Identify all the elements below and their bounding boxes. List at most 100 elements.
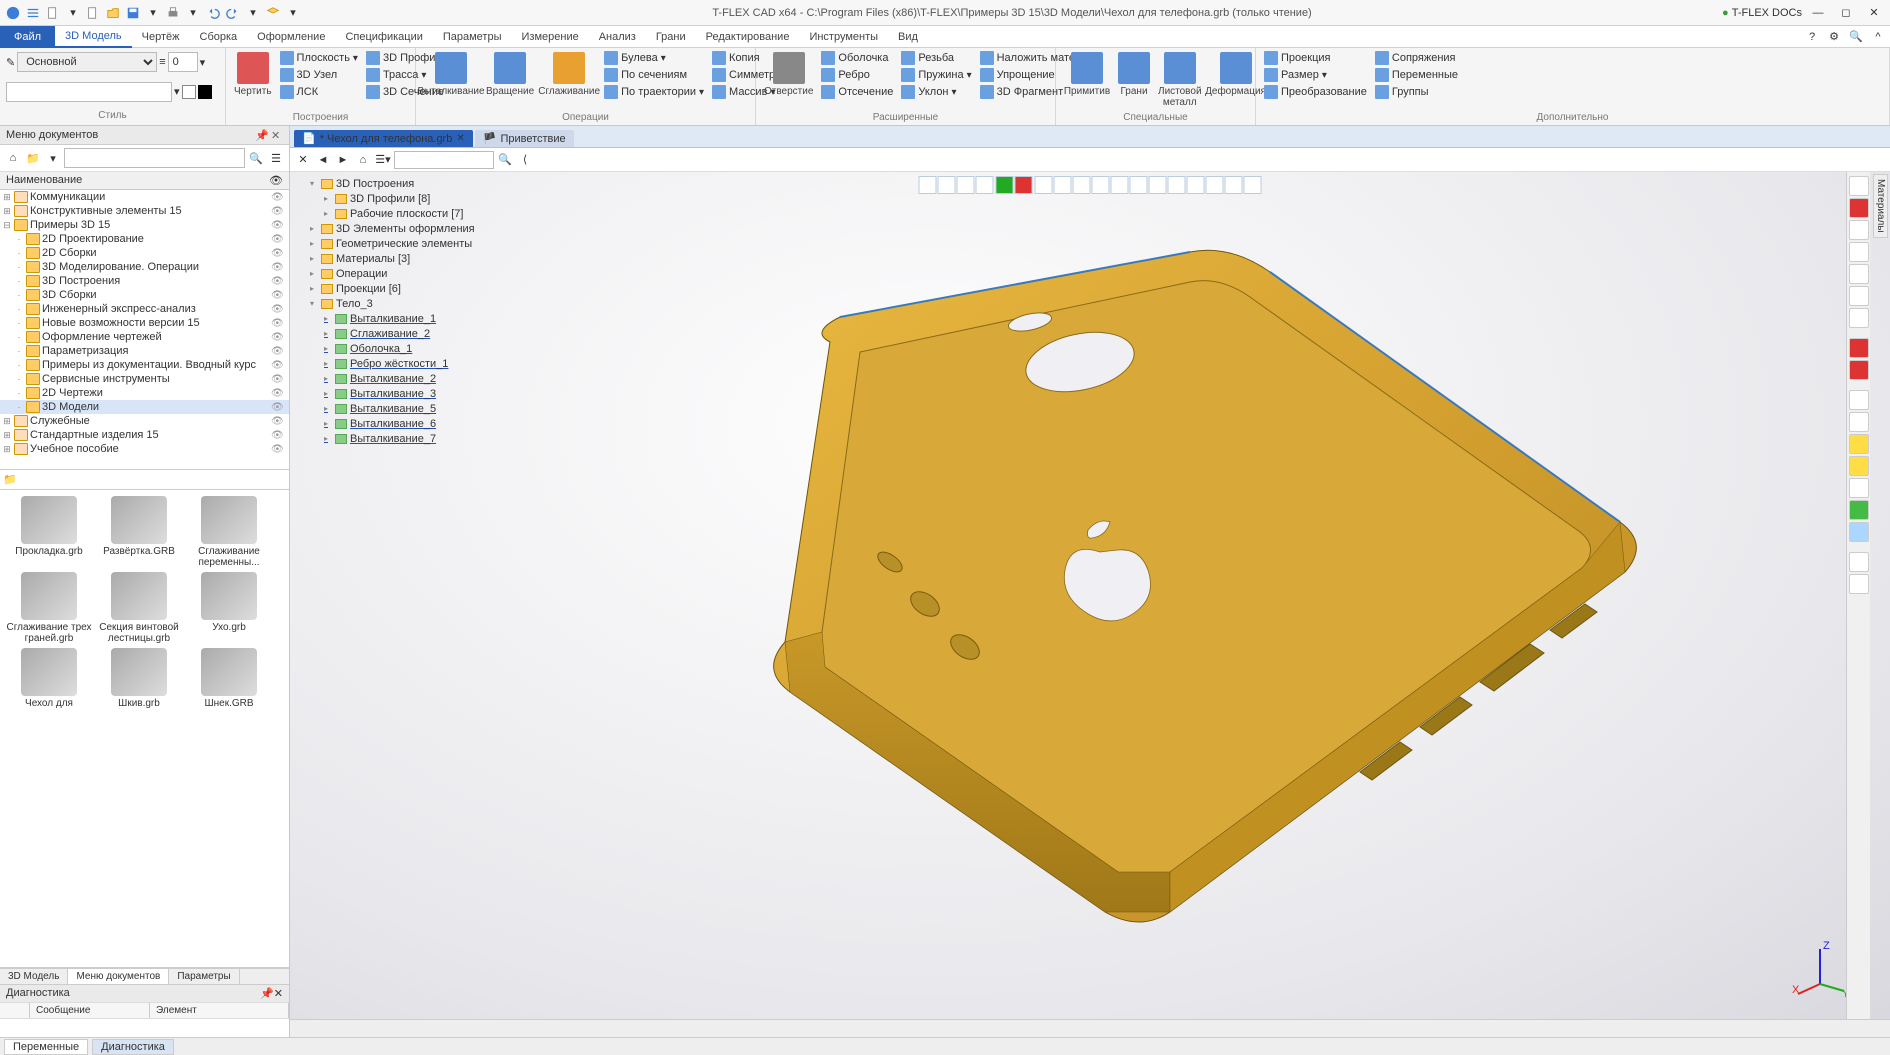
tab-3d-model[interactable]: 3D Модель	[55, 26, 132, 48]
plane-button[interactable]: Плоскость ▾	[278, 50, 360, 66]
model-tree-node[interactable]: ▸Операции	[296, 266, 477, 281]
save-icon[interactable]	[124, 4, 142, 22]
thumbnail[interactable]: Чехол для	[6, 648, 92, 709]
search-icon[interactable]: 🔍	[496, 151, 514, 169]
btab-variables[interactable]: Переменные	[4, 1039, 88, 1055]
lcs-button[interactable]: ЛСК	[278, 84, 360, 100]
vp-btn[interactable]	[1187, 176, 1205, 194]
model-tree-node[interactable]: ▸Геометрические элементы	[296, 236, 477, 251]
tree-node[interactable]: ·3D Построения👁	[0, 274, 289, 288]
model-tree-node[interactable]: ▾Тело_3	[296, 296, 477, 311]
vp-btn[interactable]	[957, 176, 975, 194]
vp-btn[interactable]	[1225, 176, 1243, 194]
close-icon[interactable]: ✕	[294, 151, 312, 169]
vtool-icon[interactable]	[1849, 552, 1869, 572]
redo-icon[interactable]	[224, 4, 242, 22]
zoom-fit-icon[interactable]	[1849, 242, 1869, 262]
vp-btn[interactable]	[976, 176, 994, 194]
model-tree-node[interactable]: ▸Материалы [3]	[296, 251, 477, 266]
draw-button[interactable]: Чертить	[232, 50, 274, 99]
tree-node[interactable]: ⊞Стандартные изделия 15👁	[0, 428, 289, 442]
zoom-out-icon[interactable]	[1849, 264, 1869, 284]
vtool-icon[interactable]	[1849, 456, 1869, 476]
style-input2[interactable]	[6, 82, 172, 102]
dropdown-icon[interactable]: ▾	[244, 4, 262, 22]
zoom-in-icon[interactable]	[1849, 220, 1869, 240]
tab-edit[interactable]: Редактирование	[696, 26, 800, 48]
tree-node[interactable]: ·Сервисные инструменты👁	[0, 372, 289, 386]
collapse-ribbon-icon[interactable]: ^	[1868, 27, 1888, 47]
tab-params[interactable]: Параметры	[433, 26, 512, 48]
fwd-icon[interactable]: ►	[334, 151, 352, 169]
color-black[interactable]	[198, 85, 212, 99]
thumbnail[interactable]: Сглаживание переменны...	[186, 496, 272, 568]
tree-node[interactable]: ·2D Чертежи👁	[0, 386, 289, 400]
back-icon[interactable]: ◄	[314, 151, 332, 169]
docs-badge[interactable]: ● T-FLEX DOCs	[1722, 7, 1802, 19]
folder-icon[interactable]: 📁	[24, 149, 42, 167]
vtool-icon[interactable]	[1849, 338, 1869, 358]
new-doc-icon[interactable]	[84, 4, 102, 22]
thumbnail[interactable]: Развёртка.GRB	[96, 496, 182, 568]
magnet-icon[interactable]	[1849, 198, 1869, 218]
model-tree-node[interactable]: ▸Выталкивание_5	[296, 401, 477, 416]
tree-node[interactable]: ·Примеры из документации. Вводный курс👁	[0, 358, 289, 372]
btab-docs[interactable]: Меню документов	[68, 969, 169, 984]
thumbnail[interactable]: Ухо.grb	[186, 572, 272, 644]
tab-spec[interactable]: Спецификации	[335, 26, 432, 48]
doctab-welcome[interactable]: 🏴Приветствие	[475, 130, 574, 147]
filter-icon[interactable]	[919, 176, 937, 194]
thumbnail[interactable]: Сглаживание трех граней.grb	[6, 572, 92, 644]
model-tree-node[interactable]: ▾3D Построения	[296, 176, 477, 191]
menu-icon[interactable]	[24, 4, 42, 22]
folder-icon[interactable]: 📁	[3, 474, 17, 486]
mates-button[interactable]: Сопряжения	[1373, 50, 1460, 66]
dropdown-icon[interactable]: ▾	[144, 4, 162, 22]
extrude-button[interactable]: Выталкивание	[422, 50, 480, 99]
close-panel-icon[interactable]: ✕	[274, 988, 283, 1000]
print-icon[interactable]	[164, 4, 182, 22]
tree-node[interactable]: ·2D Проектирование👁	[0, 232, 289, 246]
vp-btn[interactable]	[1130, 176, 1148, 194]
model-tree-node[interactable]: ▸Выталкивание_6	[296, 416, 477, 431]
color-white[interactable]	[182, 85, 196, 99]
vtool-icon[interactable]	[1849, 390, 1869, 410]
file-menu[interactable]: Файл	[0, 26, 55, 48]
style-num[interactable]	[168, 52, 198, 72]
vtool-icon[interactable]	[1849, 412, 1869, 432]
tree-node[interactable]: ·Новые возможности версии 15👁	[0, 316, 289, 330]
list-icon[interactable]: ☰▾	[374, 151, 392, 169]
tree-node[interactable]: ·2D Сборки👁	[0, 246, 289, 260]
vtool-icon[interactable]	[1849, 500, 1869, 520]
vtool-icon[interactable]	[1849, 308, 1869, 328]
tree-node[interactable]: ·3D Моделирование. Операции👁	[0, 260, 289, 274]
model-tree-node[interactable]: ▸Выталкивание_7	[296, 431, 477, 446]
help-icon[interactable]: ?	[1802, 27, 1822, 47]
new-icon[interactable]	[44, 4, 62, 22]
model-tree-node[interactable]: ▸Выталкивание_3	[296, 386, 477, 401]
pin-icon[interactable]: 📌	[255, 129, 267, 141]
vp-btn[interactable]	[1054, 176, 1072, 194]
vp-btn[interactable]	[938, 176, 956, 194]
tree-node[interactable]: ⊟Примеры 3D 15👁	[0, 218, 289, 232]
gear-icon[interactable]: ⚙	[1824, 27, 1844, 47]
vp-btn[interactable]	[1206, 176, 1224, 194]
home-icon[interactable]: ⌂	[354, 151, 372, 169]
model-tree-node[interactable]: ▸Ребро жёсткости_1	[296, 356, 477, 371]
dropdown-icon[interactable]: ▾	[284, 4, 302, 22]
vp-btn[interactable]	[1168, 176, 1186, 194]
tree-node[interactable]: ·Инженерный экспресс-анализ👁	[0, 302, 289, 316]
dropdown-icon[interactable]: ▾	[44, 149, 62, 167]
shell-button[interactable]: Оболочка	[819, 50, 895, 66]
ok-icon[interactable]	[996, 176, 1014, 194]
tab-view[interactable]: Вид	[888, 26, 928, 48]
vtool-icon[interactable]	[1849, 286, 1869, 306]
close-panel-icon[interactable]: ✕	[271, 129, 283, 141]
grid-icon[interactable]	[1849, 176, 1869, 196]
close-button[interactable]: ✕	[1862, 4, 1886, 22]
canvas-search[interactable]	[394, 151, 494, 169]
thumbnail[interactable]: Шкив.grb	[96, 648, 182, 709]
thread-button[interactable]: Резьба	[899, 50, 973, 66]
spring-button[interactable]: Пружина ▾	[899, 67, 973, 83]
btab-3dmodel[interactable]: 3D Модель	[0, 969, 68, 984]
